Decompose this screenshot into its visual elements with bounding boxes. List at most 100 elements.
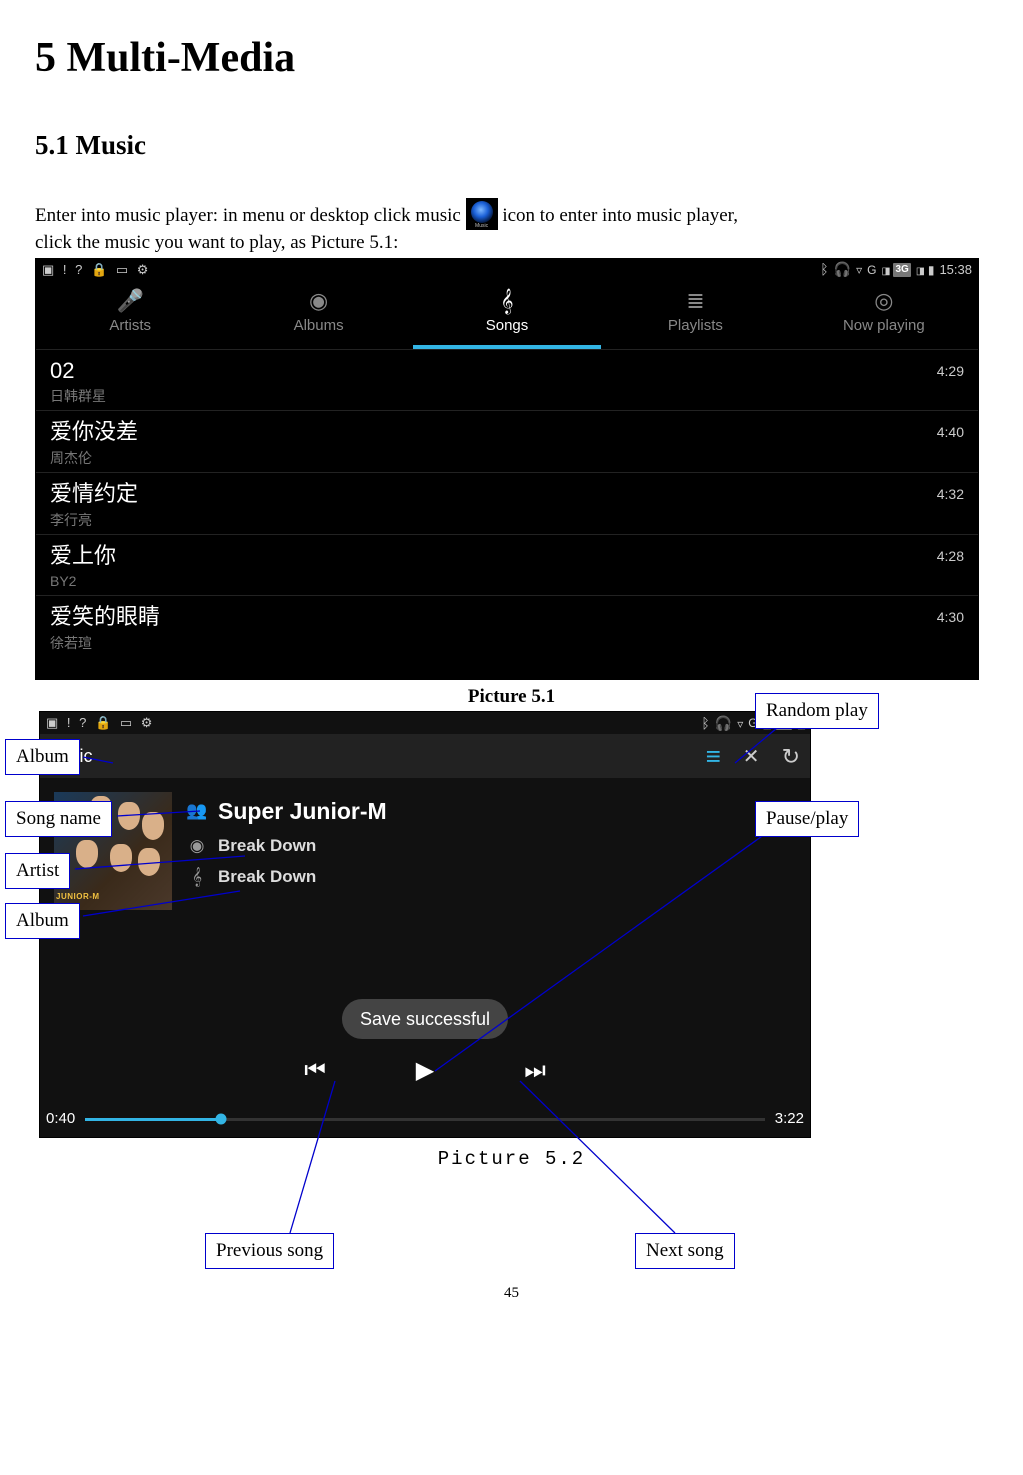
note-icon: 𝄞 xyxy=(501,290,514,312)
song-row[interactable]: 爱情约定 李行亮 4:32 xyxy=(36,473,978,535)
note-icon: 𝄞 xyxy=(186,866,208,889)
music-tabs: 🎤 Artists ◉ Albums 𝄞 Songs ≣ Playlists ◎… xyxy=(36,281,978,350)
status-notif-icon: ▣ xyxy=(42,262,54,277)
status-clock: 15:38 xyxy=(939,261,972,279)
signal-bars-icon xyxy=(881,261,888,279)
status-notif-icon: ▭ xyxy=(116,262,128,277)
song-row[interactable]: 爱上你 BY2 4:28 xyxy=(36,535,978,597)
song-artist: BY2 xyxy=(50,572,116,591)
status-settings-icon: ⚙ xyxy=(137,262,149,277)
np-group: Super Junior-M xyxy=(218,796,387,827)
previous-button[interactable] xyxy=(300,1055,330,1087)
wifi-icon xyxy=(856,261,862,279)
song-duration: 4:30 xyxy=(937,602,964,627)
signal-g-icon: G xyxy=(867,262,876,278)
song-row[interactable]: 爱你没差 周杰伦 4:40 xyxy=(36,411,978,473)
player-controls xyxy=(40,1055,810,1087)
song-title: 爱笑的眼睛 xyxy=(50,602,160,632)
song-title: 02 xyxy=(50,356,106,386)
player-header-bar: < sic xyxy=(40,734,810,778)
song-duration: 4:29 xyxy=(937,356,964,381)
tab-songs[interactable]: 𝄞 Songs xyxy=(413,281,601,349)
now-playing-info: JUNIOR-M 👥 Super Junior-M ◉ Break Down 𝄞… xyxy=(40,778,810,910)
song-artist: 李行亮 xyxy=(50,511,138,530)
status-lock-icon: 🔒 xyxy=(91,262,107,277)
intro-text-b: icon to enter into music player, xyxy=(502,205,738,226)
progress-row: 0:40 3:22 xyxy=(46,1109,804,1129)
signal-bars-icon xyxy=(916,261,923,279)
status-lock-icon: 🔒 xyxy=(95,715,111,730)
tab-nowplaying[interactable]: ◎ Now playing xyxy=(790,281,978,349)
tab-label: Songs xyxy=(486,316,529,336)
toast-message: Save successful xyxy=(342,999,508,1039)
song-artist: 日韩群星 xyxy=(50,387,106,406)
screenshot-5-1: ▣ ! ? 🔒 ▭ ⚙ G 3G 15:38 🎤 Artists ◉ Album… xyxy=(35,258,979,680)
play-pause-button[interactable] xyxy=(410,1055,440,1087)
bluetooth-icon xyxy=(820,260,828,279)
group-icon: 👥 xyxy=(186,800,208,823)
song-title: 爱情约定 xyxy=(50,479,138,509)
callout-album: Album xyxy=(5,739,80,775)
status-bar: ▣ ! ? 🔒 ▭ ⚙ G 3G xyxy=(40,712,810,734)
song-title: 爱上你 xyxy=(50,541,116,571)
song-row[interactable]: 02 日韩群星 4:29 xyxy=(36,350,978,412)
nowplaying-icon: ◎ xyxy=(874,290,893,312)
np-album: Break Down xyxy=(218,866,316,889)
status-notif-icon: ▭ xyxy=(120,715,132,730)
time-elapsed: 0:40 xyxy=(46,1109,75,1129)
signal-3g-badge: 3G xyxy=(893,263,910,277)
wifi-icon xyxy=(737,715,743,733)
chapter-heading: 5 Multi-Media xyxy=(35,30,988,87)
status-notif-icon: ? xyxy=(79,715,86,730)
disc-icon: ◉ xyxy=(186,835,208,858)
intro-text-c: click the music you want to play, as Pic… xyxy=(35,232,398,253)
headphones-icon xyxy=(715,714,732,733)
tab-label: Artists xyxy=(109,316,151,336)
song-artist: 周杰伦 xyxy=(50,449,138,468)
song-title: 爱你没差 xyxy=(50,417,138,447)
status-bar: ▣ ! ? 🔒 ▭ ⚙ G 3G 15:38 xyxy=(36,259,978,281)
queue-list-icon[interactable] xyxy=(706,739,721,774)
shuffle-icon[interactable] xyxy=(743,741,760,771)
callout-pauseplay: Pause/play xyxy=(755,801,859,837)
tab-playlists[interactable]: ≣ Playlists xyxy=(601,281,789,349)
screenshot-5-2: ▣ ! ? 🔒 ▭ ⚙ G 3G < sic xyxy=(39,711,811,1138)
disc-icon: ◉ xyxy=(309,290,328,312)
callout-songname: Song name xyxy=(5,801,112,837)
repeat-icon[interactable] xyxy=(782,742,800,772)
status-settings-icon: ⚙ xyxy=(141,715,153,730)
album-art-text: JUNIOR-M xyxy=(56,892,100,903)
song-row[interactable]: 爱笑的眼睛 徐若瑄 4:30 xyxy=(36,596,978,657)
song-artist: 徐若瑄 xyxy=(50,634,160,653)
battery-icon xyxy=(928,261,935,279)
status-notif-icon: ? xyxy=(75,262,82,277)
status-notif-icon: ! xyxy=(63,262,67,277)
intro-text-a: Enter into music player: in menu or desk… xyxy=(35,205,466,226)
song-list: 02 日韩群星 4:29 爱你没差 周杰伦 4:40 爱情约定 李行亮 4:32… xyxy=(36,350,978,657)
list-icon: ≣ xyxy=(686,290,704,312)
status-notif-icon: ▣ xyxy=(46,715,58,730)
music-app-icon xyxy=(466,198,498,230)
intro-paragraph: Enter into music player: in menu or desk… xyxy=(35,198,988,256)
tab-label: Playlists xyxy=(668,316,723,336)
callout-random: Random play xyxy=(755,693,879,729)
tab-artists[interactable]: 🎤 Artists xyxy=(36,281,224,349)
song-duration: 4:32 xyxy=(937,479,964,504)
tab-label: Now playing xyxy=(843,316,925,336)
tab-label: Albums xyxy=(294,316,344,336)
status-notif-icon: ! xyxy=(67,715,71,730)
mic-icon: 🎤 xyxy=(117,290,144,312)
next-button[interactable] xyxy=(520,1055,550,1087)
tab-albums[interactable]: ◉ Albums xyxy=(224,281,412,349)
callout-previous: Previous song xyxy=(205,1233,334,1269)
progress-bar[interactable] xyxy=(85,1118,765,1121)
time-total: 3:22 xyxy=(775,1109,804,1129)
section-heading: 5.1 Music xyxy=(35,127,988,163)
figure-5-2-zone: ▣ ! ? 🔒 ▭ ⚙ G 3G < sic xyxy=(35,711,988,1271)
np-track: Break Down xyxy=(218,835,316,858)
callout-artist: Artist xyxy=(5,853,70,889)
page-number: 45 xyxy=(35,1283,988,1303)
callout-album: Album xyxy=(5,903,80,939)
headphones-icon xyxy=(834,260,851,279)
bluetooth-icon xyxy=(701,714,709,733)
